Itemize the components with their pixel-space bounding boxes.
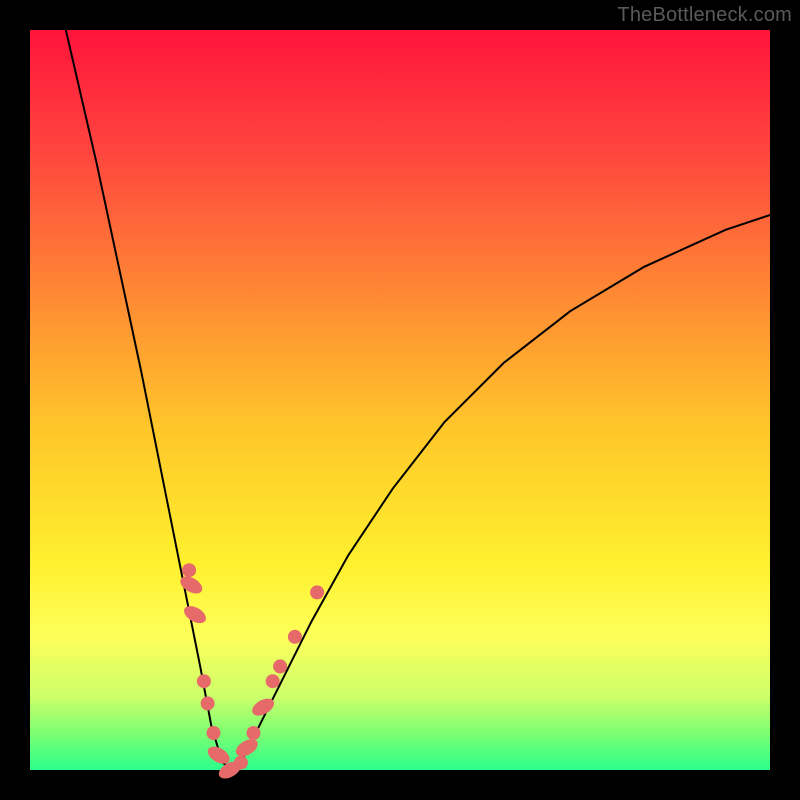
data-marker <box>288 630 302 644</box>
data-marker <box>273 659 287 673</box>
data-marker <box>181 603 209 627</box>
data-marker <box>201 696 215 710</box>
data-markers <box>177 563 324 782</box>
watermark-text: TheBottleneck.com <box>617 4 792 27</box>
chart-svg <box>30 30 770 770</box>
data-marker <box>197 674 211 688</box>
data-marker <box>234 756 248 770</box>
data-marker <box>266 674 280 688</box>
data-marker <box>233 736 261 760</box>
plot-area <box>30 30 770 770</box>
bottleneck-curve <box>30 0 770 770</box>
data-marker <box>182 563 196 577</box>
data-marker <box>310 585 324 599</box>
data-marker <box>247 726 261 740</box>
chart-frame: TheBottleneck.com <box>0 0 800 800</box>
data-marker <box>207 726 221 740</box>
